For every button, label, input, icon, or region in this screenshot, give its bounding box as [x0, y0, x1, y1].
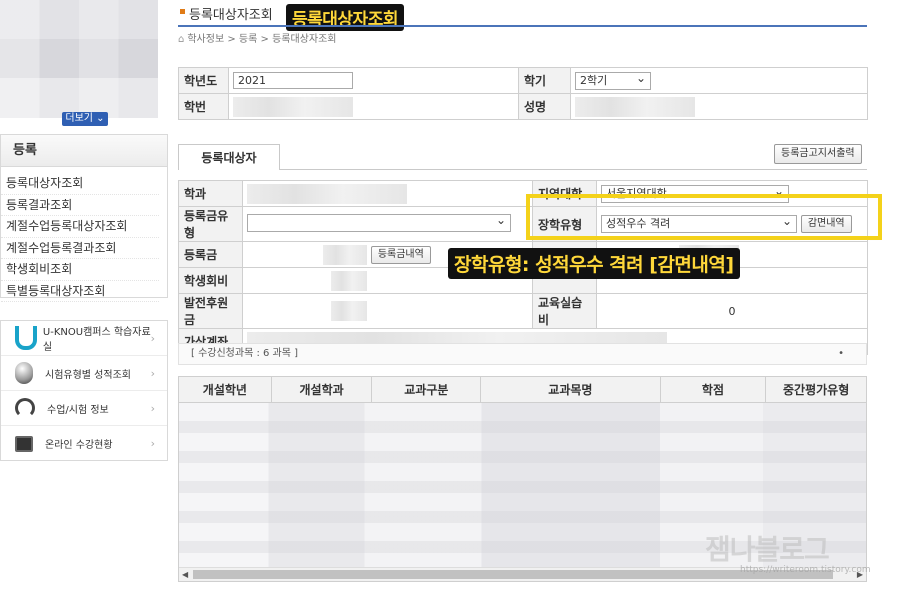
course-grid-header: 개설학년 개설학과 교과구분 교과목명 학점 중간평가유형	[179, 377, 866, 403]
name-value	[575, 96, 695, 117]
col-open-year: 개설학년	[179, 377, 272, 402]
practice-fee-value: 0	[596, 293, 868, 329]
watermark-url: https://writeroom.tistory.com	[740, 565, 871, 575]
chevron-right-icon: ›	[150, 437, 155, 450]
mouse-icon	[15, 362, 33, 384]
title-bullet-icon	[180, 9, 185, 14]
link-u-knou-campus[interactable]: U-KNOU캠퍼스 학습자료실 ›	[1, 321, 167, 356]
monitor-icon	[15, 435, 33, 452]
headset-icon	[15, 398, 35, 418]
fee-detail-button[interactable]: 등록금내역	[370, 245, 431, 264]
print-bill-button[interactable]: 등록금고지서출력	[774, 144, 862, 164]
dev-fund-label: 발전후원금	[178, 293, 243, 329]
col-open-dept: 개설학과	[272, 377, 373, 402]
chevron-right-icon: ›	[150, 401, 155, 415]
u-knou-icon	[15, 326, 37, 350]
student-council-value	[331, 270, 367, 291]
scrollbar-thumb[interactable]	[193, 570, 833, 579]
watermark: 잼나블로그	[705, 533, 830, 566]
fee-type-label: 등록금유형	[178, 206, 243, 242]
page-title: 등록대상자조회	[189, 8, 273, 23]
sidebar-item-seasonal-result[interactable]: 계절수업등록결과조회	[1, 238, 159, 259]
student-info-table: 학년도 2021 학기 2학기 학번 성명	[178, 67, 868, 120]
sidebar-item-registration-target[interactable]: 등록대상자조회	[1, 173, 159, 195]
fee-label: 등록금	[178, 241, 243, 268]
link-online-status[interactable]: 온라인 수강현황 ›	[1, 426, 167, 461]
course-count-text: [ 수강신청과목 : 6 과목 ]	[191, 348, 299, 359]
more-button[interactable]: 더보기 ⌄	[62, 112, 108, 126]
sidebar-item-special-target[interactable]: 특별등록대상자조회	[1, 281, 159, 302]
sidebar-item-registration-result[interactable]: 등록결과조회	[1, 195, 159, 216]
course-count-bar: [ 수강신청과목 : 6 과목 ] •	[178, 343, 867, 365]
name-label: 성명	[518, 93, 571, 120]
semester-select[interactable]: 2학기	[575, 70, 651, 90]
link-exam-grades[interactable]: 시험유형별 성적조회 ›	[1, 356, 167, 391]
sidebar-item-student-fee[interactable]: 학생회비조회	[1, 259, 159, 281]
quick-links: U-KNOU캠퍼스 학습자료실 › 시험유형별 성적조회 › 수업/시험 정보 …	[0, 320, 168, 461]
title-divider	[178, 25, 867, 27]
chevron-right-icon: ›	[150, 366, 155, 380]
year-label: 학년도	[178, 67, 229, 94]
col-midterm-type: 중간평가유형	[783, 383, 850, 397]
sidebar-menu-title: 등록	[1, 135, 167, 167]
sidebar-menu: 등록 등록대상자조회 등록결과조회 계절수업등록대상자조회 계절수업등록결과조회…	[0, 134, 168, 302]
scholarship-highlight-box	[526, 194, 882, 240]
tab-registration-target[interactable]: 등록대상자	[178, 144, 280, 170]
dept-value	[247, 183, 407, 204]
student-council-label: 학생회비	[178, 267, 243, 294]
dept-label: 학과	[178, 180, 243, 207]
link-class-exam-info[interactable]: 수업/시험 정보 ›	[1, 391, 167, 426]
col-course-type: 교과구분	[372, 377, 482, 402]
semester-label: 학기	[518, 67, 571, 94]
dev-fund-value	[331, 301, 367, 321]
breadcrumb: ⌂ 학사정보 > 등록 > 등록대상자조회	[178, 34, 337, 45]
bullet-dot: •	[838, 348, 844, 359]
year-input[interactable]: 2021	[233, 72, 353, 89]
profile-photo	[0, 0, 158, 118]
sidebar-item-seasonal-target[interactable]: 계절수업등록대상자조회	[1, 216, 159, 238]
fee-value	[323, 244, 367, 265]
student-id-value	[233, 96, 353, 117]
chevron-right-icon: ›	[150, 331, 155, 345]
col-credit: 학점	[661, 377, 767, 402]
home-icon[interactable]: ⌂	[178, 34, 184, 45]
fee-type-select[interactable]	[247, 212, 511, 232]
student-id-label: 학번	[178, 93, 229, 120]
tab-divider	[279, 169, 867, 170]
col-course-name: 교과목명	[481, 377, 661, 402]
scholarship-callout: 장학유형: 성적우수 격려 [감면내역]	[448, 248, 740, 279]
scroll-left-icon[interactable]: ◀	[182, 568, 188, 581]
practice-fee-label: 교육실습비	[532, 293, 597, 329]
